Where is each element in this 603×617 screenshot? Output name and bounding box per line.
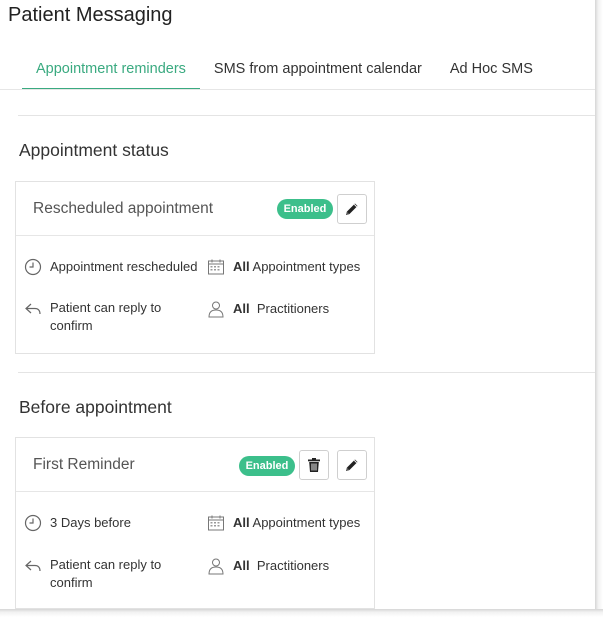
page-title: Patient Messaging	[8, 4, 173, 26]
section-heading-appointment-status: Appointment status	[19, 140, 169, 160]
practitioners-value: Practitioners	[256, 301, 330, 316]
pencil-icon	[346, 459, 358, 471]
edit-button[interactable]	[337, 450, 367, 480]
status-badge: Enabled	[239, 456, 295, 476]
window-shadow-bottom	[0, 609, 603, 617]
card-title: First Reminder	[33, 456, 135, 473]
practitioners-text: All Practitioners	[233, 557, 329, 575]
section-divider	[18, 372, 595, 373]
reply-icon	[25, 303, 41, 315]
practitioner-icon	[208, 301, 224, 318]
practitioners-text: All Practitioners	[233, 300, 329, 318]
trigger-text: 3 Days before	[50, 515, 131, 530]
window-shadow-right	[595, 0, 603, 617]
appointment-types-value: Appointment types	[252, 259, 361, 274]
reply-text: Patient can reply to confirm	[50, 557, 162, 590]
tab-appointment-reminders[interactable]: Appointment reminders	[22, 58, 200, 90]
card-header: Rescheduled appointment Enabled	[16, 182, 374, 236]
practitioners-prefix: All	[233, 558, 250, 573]
appointment-types-text: All Appointment types	[233, 258, 360, 276]
card-header: First Reminder Enabled	[16, 438, 374, 492]
delete-button[interactable]	[299, 450, 329, 480]
calendar-icon	[208, 259, 224, 275]
clock-icon	[24, 514, 42, 532]
tab-sms-from-appointment-calendar[interactable]: SMS from appointment calendar	[200, 58, 436, 90]
card-title: Rescheduled appointment	[33, 200, 214, 217]
appointment-types-prefix: All	[233, 515, 250, 530]
trash-icon	[308, 458, 320, 472]
appointment-types-prefix: All	[233, 259, 250, 274]
status-badge: Enabled	[277, 199, 333, 219]
reply-text: Patient can reply to confirm	[50, 300, 162, 333]
practitioner-icon	[208, 558, 224, 575]
practitioners-value: Practitioners	[256, 558, 330, 573]
calendar-icon	[208, 515, 224, 531]
clock-icon	[24, 258, 42, 276]
practitioners-prefix: All	[233, 301, 250, 316]
trigger-text: Appointment rescheduled	[50, 259, 198, 274]
section-divider	[18, 115, 595, 116]
appointment-types-text: All Appointment types	[233, 514, 360, 532]
edit-button[interactable]	[337, 194, 367, 224]
reply-icon	[25, 560, 41, 572]
tabs-divider	[0, 89, 595, 90]
tab-bar: Appointment reminders SMS from appointme…	[22, 58, 547, 90]
tab-ad-hoc-sms[interactable]: Ad Hoc SMS	[436, 58, 547, 90]
appointment-types-value: Appointment types	[252, 515, 361, 530]
section-heading-before-appointment: Before appointment	[19, 397, 172, 417]
pencil-icon	[346, 203, 358, 215]
